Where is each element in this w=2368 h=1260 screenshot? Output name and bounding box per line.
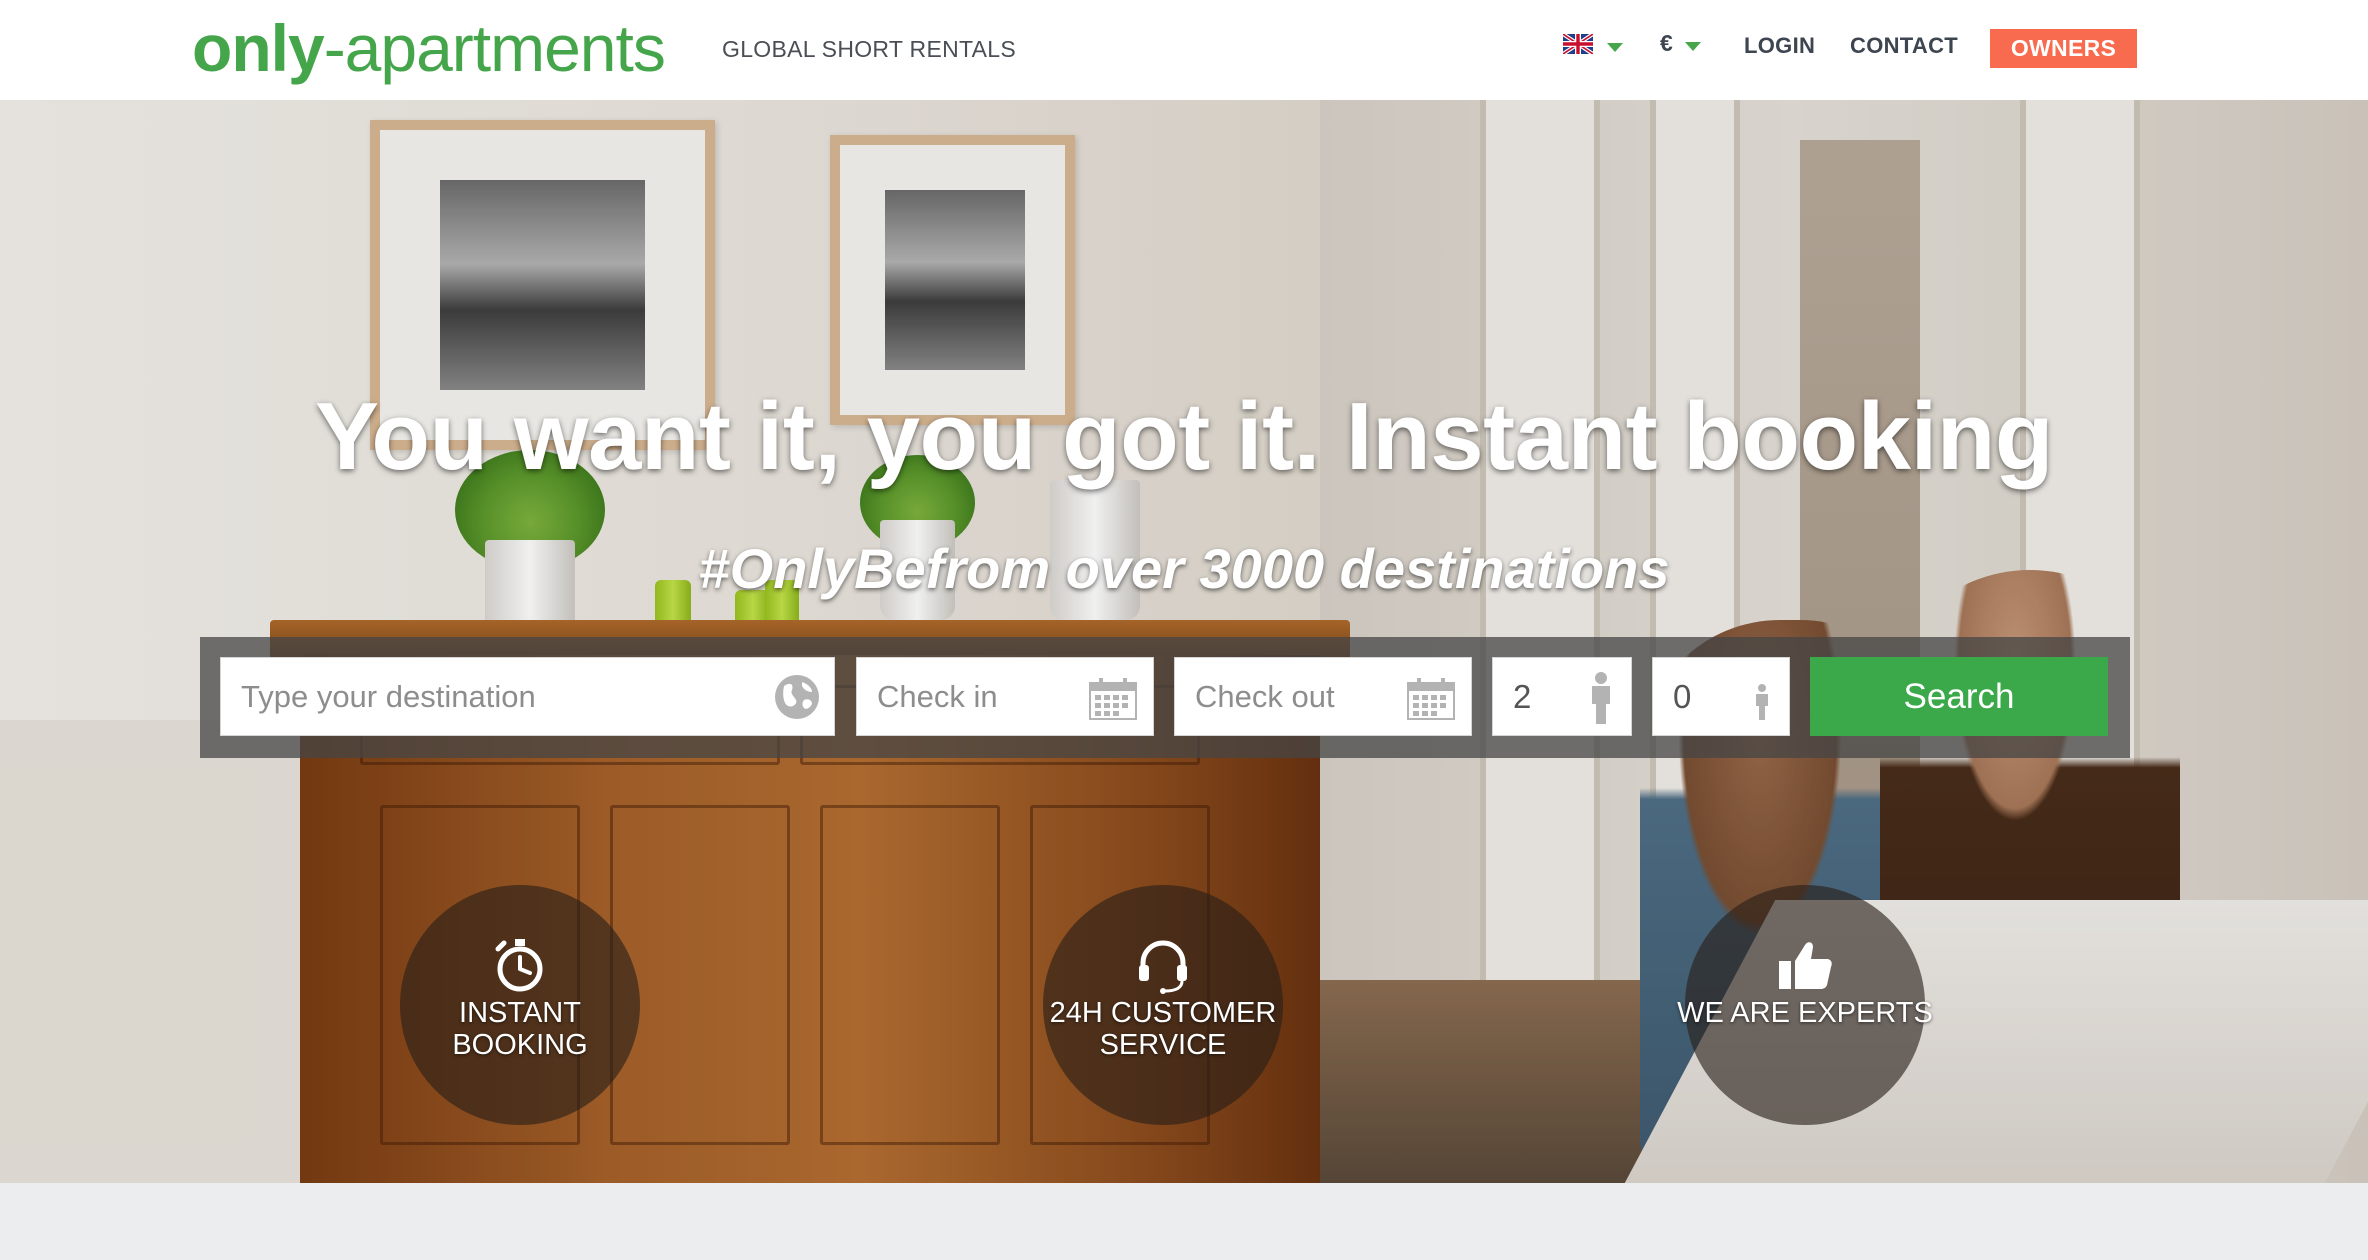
hero-section: You want it, you got it. Instant booking…	[0, 100, 2368, 1183]
site-tagline: GLOBAL SHORT RENTALS	[722, 36, 1017, 62]
feature-instant-booking: INSTANT BOOKING	[400, 885, 640, 1125]
feature-label-line1: WE ARE EXPERTS	[1677, 997, 1933, 1029]
feature-label-line1: 24H CUSTOMER	[1049, 997, 1277, 1029]
calendar-icon	[1407, 678, 1455, 720]
globe-icon	[775, 675, 819, 719]
adults-field[interactable]: 2	[1492, 657, 1632, 736]
uk-flag-icon	[1563, 34, 1593, 54]
feature-customer-service: 24H CUSTOMER SERVICE	[1043, 885, 1283, 1125]
calendar-icon	[1089, 678, 1137, 720]
check-in-field[interactable]	[856, 657, 1154, 736]
language-selector[interactable]	[1563, 34, 1627, 58]
chevron-down-icon	[1607, 43, 1623, 52]
feature-label-line2: SERVICE	[1099, 1029, 1227, 1061]
search-bar: 2 0 Search	[200, 637, 2130, 758]
feature-experts: WE ARE EXPERTS	[1677, 885, 1933, 1125]
thumbs-up-icon	[1779, 942, 1832, 989]
hero-headline: You want it, you got it. Instant booking	[314, 383, 2054, 490]
feature-label-line1: INSTANT	[459, 997, 581, 1029]
search-button[interactable]: Search	[1810, 657, 2108, 736]
contact-link[interactable]: CONTACT	[1850, 33, 1958, 59]
currency-selector[interactable]: €	[1660, 30, 1710, 60]
stopwatch-icon	[495, 939, 543, 992]
children-value: 0	[1673, 678, 1692, 715]
feature-label-line2: BOOKING	[452, 1029, 588, 1061]
adults-value: 2	[1513, 678, 1532, 715]
logo-rest-text: -apartments	[323, 11, 666, 85]
child-person-icon	[1756, 684, 1768, 720]
check-out-field[interactable]	[1174, 657, 1472, 736]
owners-button[interactable]: OWNERS	[1990, 29, 2137, 68]
destination-input[interactable]	[221, 658, 834, 735]
feature-label: 24H CUSTOMER SERVICE	[1013, 997, 1313, 1061]
feature-label: WE ARE EXPERTS	[1655, 997, 1955, 1029]
children-field[interactable]: 0	[1652, 657, 1790, 736]
site-header: only-apartments GLOBAL SHORT RENTALS € L…	[0, 0, 2368, 100]
login-link[interactable]: LOGIN	[1744, 33, 1815, 59]
feature-label: INSTANT BOOKING	[370, 997, 670, 1061]
page-footer-strip	[0, 1183, 2368, 1260]
hero-subline: #OnlyBefrom over 3000 destinations	[698, 537, 1670, 600]
logo-bold-text: only	[192, 11, 325, 85]
site-logo[interactable]: only-apartments	[192, 8, 666, 88]
currency-symbol: €	[1660, 30, 1673, 56]
adult-person-icon	[1592, 672, 1610, 724]
headset-icon	[1139, 940, 1187, 994]
chevron-down-icon	[1685, 42, 1701, 51]
destination-field[interactable]	[220, 657, 835, 736]
